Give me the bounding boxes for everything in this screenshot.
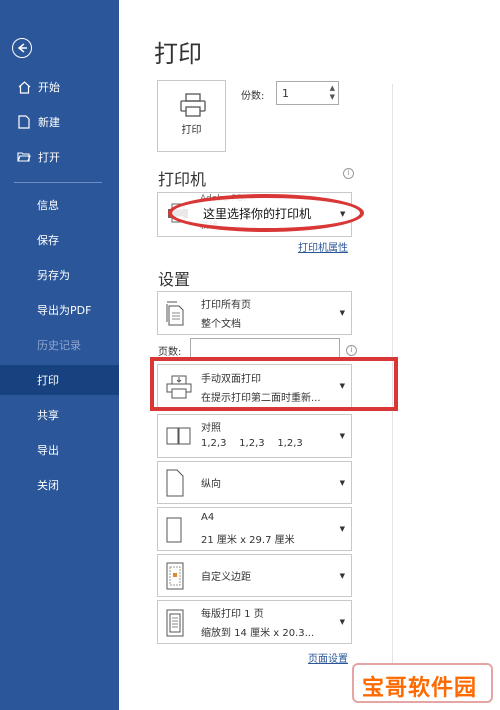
pages-icon [166, 301, 186, 331]
print-button[interactable]: 打印 [157, 80, 226, 152]
print-button-label: 打印 [181, 125, 202, 136]
margins-icon [166, 562, 184, 594]
option-subtitle: 21 厘米 x 29.7 厘米 [201, 535, 295, 546]
printer-icon [180, 93, 206, 117]
nav-print[interactable]: 打印 [0, 365, 119, 395]
nav-export-pdf[interactable]: 导出为PDF [0, 295, 119, 325]
page-setup-link[interactable]: 页面设置 [308, 650, 348, 665]
spinner-arrows-icon[interactable]: ▲ ▼ [330, 84, 335, 102]
nav-print-label: 打印 [37, 374, 59, 387]
info-icon[interactable]: i [343, 168, 354, 179]
option-title: 自定义边距 [201, 572, 251, 583]
option-subtitle: 1,2,3 1,2,3 1,2,3 [201, 438, 303, 449]
page-title: 打印 [154, 40, 202, 68]
print-range-dropdown[interactable]: 打印所有页 整个文档 ▼ [157, 291, 352, 335]
nav-new-label: 新建 [38, 116, 60, 129]
portrait-icon [166, 469, 184, 501]
nav-home-label: 开始 [38, 81, 60, 94]
annotation-rectangle [150, 357, 398, 411]
nav-open[interactable]: 打开 [0, 142, 119, 172]
option-title: 每版打印 1 页 [201, 609, 264, 620]
printer-section-title: 打印机 [158, 170, 207, 189]
nav-history: 历史记录 [0, 330, 119, 360]
nav-save[interactable]: 保存 [0, 225, 119, 255]
option-title: 纵向 [201, 479, 221, 490]
nav-home[interactable]: 开始 [0, 72, 119, 102]
watermark-logo: 宝哥软件园 [352, 663, 493, 703]
option-subtitle: 整个文档 [201, 319, 241, 330]
nav-close[interactable]: 关闭 [0, 470, 119, 500]
orientation-dropdown[interactable]: 纵向 ▼ [157, 461, 352, 504]
info-icon[interactable]: i [346, 345, 357, 356]
nav-info-label: 信息 [37, 199, 59, 212]
chevron-down-icon: ▼ [339, 432, 345, 440]
nav-info[interactable]: 信息 [0, 190, 119, 220]
folder-open-icon [16, 149, 32, 165]
nav-share-label: 共享 [37, 409, 59, 422]
nav-export-pdf-label: 导出为PDF [37, 304, 92, 317]
back-arrow-icon[interactable] [12, 38, 32, 58]
chevron-down-icon: ▼ [339, 479, 345, 487]
collate-icon [166, 427, 192, 449]
nav-save-as[interactable]: 另存为 [0, 260, 119, 290]
copies-label: 份数: [241, 91, 265, 102]
copies-value: 1 [282, 87, 289, 100]
paper-icon [166, 517, 182, 547]
chevron-down-icon: ▼ [339, 572, 345, 580]
chevron-down-icon: ▼ [339, 525, 345, 533]
nav-save-as-label: 另存为 [37, 269, 70, 282]
nav-new[interactable]: 新建 [0, 107, 119, 137]
option-title: A4 [201, 512, 215, 523]
sidebar-divider [14, 182, 102, 183]
watermark-text: 宝哥软件园 [362, 676, 478, 701]
chevron-down-icon: ▼ [339, 309, 345, 317]
settings-section-title: 设置 [158, 270, 191, 289]
annotation-text: 这里选择你的打印机 [203, 207, 312, 221]
nav-export[interactable]: 导出 [0, 435, 119, 465]
nav-export-label: 导出 [37, 444, 59, 457]
nav-save-label: 保存 [37, 234, 59, 247]
collate-dropdown[interactable]: 对照 1,2,3 1,2,3 1,2,3 ▼ [157, 414, 352, 458]
home-icon [16, 79, 32, 95]
chevron-down-icon[interactable]: ▼ [340, 210, 345, 218]
nav-open-label: 打开 [38, 151, 60, 164]
backstage-sidebar: 开始 新建 打开 信息 保存 另存为 导出为PDF 历史记录 打印 共享 导出 … [0, 0, 119, 710]
copies-stepper[interactable]: 1 ▲ ▼ [276, 81, 339, 105]
paper-size-dropdown[interactable]: A4 21 厘米 x 29.7 厘米 ▼ [157, 507, 352, 551]
nav-share[interactable]: 共享 [0, 400, 119, 430]
nav-history-label: 历史记录 [37, 339, 81, 352]
nav-close-label: 关闭 [37, 479, 59, 492]
option-title: 对照 [201, 423, 221, 434]
pages-per-sheet-dropdown[interactable]: 每版打印 1 页 缩放到 14 厘米 x 20.3... ▼ [157, 600, 352, 644]
printer-properties-link[interactable]: 打印机属性 [298, 239, 348, 254]
new-document-icon [16, 114, 32, 130]
margins-dropdown[interactable]: 自定义边距 ▼ [157, 554, 352, 597]
option-title: 打印所有页 [201, 300, 251, 311]
option-subtitle: 缩放到 14 厘米 x 20.3... [201, 628, 315, 639]
pages-label: 页数: [158, 347, 182, 358]
chevron-down-icon: ▼ [339, 618, 345, 626]
pages-per-sheet-icon [166, 609, 184, 641]
